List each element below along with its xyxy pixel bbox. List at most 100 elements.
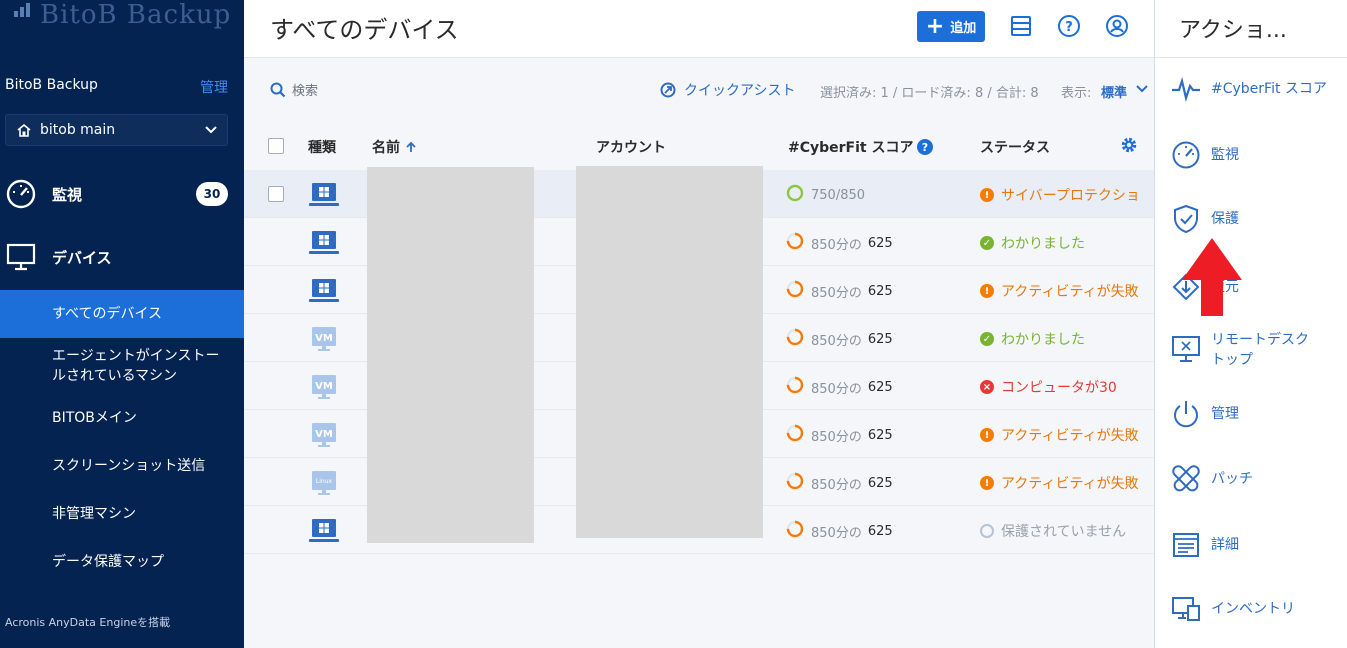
action-remote-desktop[interactable]: リモートデスクトップ bbox=[1171, 330, 1321, 370]
app-logo: BitoB Backup bbox=[14, 0, 231, 30]
sidebar-item-agent-machines[interactable]: エージェントがインストールされているマシン bbox=[0, 344, 244, 388]
sidebar-item-all-devices[interactable]: すべてのデバイス bbox=[0, 290, 244, 338]
score-text: 850分の bbox=[811, 285, 862, 301]
user-account-icon[interactable] bbox=[1104, 13, 1130, 39]
manage-link[interactable]: 管理 bbox=[200, 77, 228, 97]
device-status[interactable]: ✓ わかりました bbox=[980, 233, 1140, 253]
action-protect[interactable]: 保護 bbox=[1171, 204, 1239, 234]
action-label: #CyberFit スコア bbox=[1211, 81, 1327, 97]
chevron-down-icon[interactable] bbox=[1136, 82, 1148, 94]
column-name[interactable]: 名前 bbox=[372, 137, 417, 157]
status-ok-icon: ✓ bbox=[980, 236, 994, 250]
add-button[interactable]: + 追加 bbox=[917, 11, 985, 42]
device-status[interactable]: ! アクティビティが失敗 bbox=[980, 425, 1140, 445]
score-text: 850分の bbox=[811, 237, 862, 253]
help-icon[interactable]: ? bbox=[1056, 13, 1082, 39]
status-warn-icon: ! bbox=[980, 428, 994, 442]
score-value: 625 bbox=[867, 283, 893, 299]
sidebar-item-unmanaged[interactable]: 非管理マシン bbox=[0, 494, 244, 534]
score-text: 750/850 bbox=[811, 187, 866, 203]
cyberfit-score[interactable]: 750/850 bbox=[786, 184, 871, 206]
device-status[interactable]: ! アクティビティが失敗 bbox=[980, 473, 1140, 493]
status-text: わかりました bbox=[1001, 236, 1085, 252]
cyberfit-score[interactable]: 850分の 625 bbox=[786, 328, 893, 350]
action-label: リモートデスクトップ bbox=[1211, 332, 1309, 368]
action-manage[interactable]: 管理 bbox=[1171, 399, 1239, 429]
nav-devices-label: デバイス bbox=[52, 248, 112, 267]
device-status[interactable]: × コンピュータが30 bbox=[980, 377, 1140, 397]
cyberfit-score[interactable]: 850分の 625 bbox=[786, 232, 893, 254]
home-icon bbox=[17, 123, 31, 137]
cyberfit-score[interactable]: 850分の 625 bbox=[786, 520, 893, 542]
score-ring-icon bbox=[786, 280, 811, 302]
search-icon bbox=[270, 82, 286, 97]
cyberfit-score[interactable]: 850分の 625 bbox=[786, 472, 893, 494]
column-cyberfit[interactable]: #CyberFit スコア ? bbox=[788, 137, 934, 157]
column-name-label: 名前 bbox=[372, 140, 400, 156]
search-field[interactable]: 検索 bbox=[270, 80, 318, 99]
selection-info: 選択済み: 1 / ロード済み: 8 / 合計: 8 bbox=[820, 86, 1039, 101]
status-text: アクティビティが失敗 bbox=[1001, 476, 1139, 492]
action-label: 保護 bbox=[1211, 211, 1239, 227]
column-type[interactable]: 種類 bbox=[308, 137, 336, 157]
quick-assist-button[interactable]: クイックアシスト bbox=[660, 80, 795, 100]
cyberfit-score[interactable]: 850分の 625 bbox=[786, 280, 893, 302]
powered-by-text: Acronis AnyData Engineを搭載 bbox=[5, 616, 171, 629]
svg-text:?: ? bbox=[922, 141, 928, 154]
cyberfit-score[interactable]: 850分の 625 bbox=[786, 376, 893, 398]
action-inventory[interactable]: インベントリ bbox=[1171, 594, 1295, 624]
table-header: 種類 名前 アカウント #CyberFit スコア ? ステータス bbox=[244, 122, 1154, 170]
view-select[interactable]: 標準 bbox=[1101, 82, 1127, 101]
device-status[interactable]: ✓ わかりました bbox=[980, 329, 1140, 349]
action-patch[interactable]: パッチ bbox=[1171, 464, 1253, 494]
shield-icon bbox=[1171, 204, 1201, 234]
monitor-count-badge: 30 bbox=[196, 182, 228, 206]
action-details[interactable]: 詳細 bbox=[1171, 530, 1239, 560]
column-status[interactable]: ステータス bbox=[980, 137, 1050, 157]
redacted-name-column bbox=[367, 167, 534, 543]
column-settings-gear-icon[interactable] bbox=[1120, 136, 1138, 154]
status-none-icon bbox=[980, 524, 994, 538]
sidebar-item-bitob-main[interactable]: BITOBメイン bbox=[0, 398, 244, 438]
column-account[interactable]: アカウント bbox=[596, 137, 666, 157]
pulse-icon bbox=[1171, 74, 1201, 104]
vm-device-icon: VM bbox=[308, 326, 340, 352]
device-status[interactable]: 保護されていません bbox=[980, 521, 1140, 541]
layout-icon[interactable] bbox=[1008, 13, 1034, 39]
status-err-icon: × bbox=[980, 380, 994, 394]
sidebar-item-protection-map[interactable]: データ保護マップ bbox=[0, 542, 244, 582]
score-text: 850分の bbox=[811, 429, 862, 445]
cyberfit-score[interactable]: 850分の 625 bbox=[786, 424, 893, 446]
redacted-account-column bbox=[576, 166, 763, 538]
status-text: アクティビティが失敗 bbox=[1001, 428, 1139, 444]
action-label: インベントリ bbox=[1211, 601, 1295, 617]
action-monitor[interactable]: 監視 bbox=[1171, 140, 1239, 170]
nav-devices[interactable]: デバイス bbox=[0, 237, 244, 277]
view-label: 表示: bbox=[1061, 86, 1092, 101]
score-text: 850分の bbox=[811, 333, 862, 349]
gauge-icon bbox=[5, 178, 37, 210]
row-checkbox[interactable] bbox=[268, 186, 284, 202]
status-text: サイバープロテクション bbox=[1001, 188, 1140, 204]
score-ring-icon bbox=[786, 328, 811, 350]
sidebar-item-screenshot[interactable]: スクリーンショット送信 bbox=[0, 446, 244, 486]
device-status[interactable]: ! サイバープロテクション bbox=[980, 185, 1140, 205]
score-ring-icon bbox=[786, 472, 811, 494]
score-ring-icon bbox=[786, 232, 811, 254]
red-arrow-annotation bbox=[1182, 238, 1242, 316]
device-status[interactable]: ! アクティビティが失敗 bbox=[980, 281, 1140, 301]
action-cyberfit[interactable]: #CyberFit スコア bbox=[1171, 74, 1327, 104]
vm-device-icon: VM bbox=[308, 374, 340, 400]
nav-monitor[interactable]: 監視 30 bbox=[0, 174, 244, 214]
select-all-checkbox[interactable] bbox=[268, 138, 284, 154]
tenant-select[interactable]: bitob main bbox=[5, 114, 228, 146]
score-value: 625 bbox=[867, 523, 893, 539]
page-title: すべてのデバイス bbox=[270, 16, 459, 44]
score-value: 625 bbox=[867, 331, 893, 347]
help-icon[interactable]: ? bbox=[917, 139, 934, 155]
quick-assist-icon bbox=[660, 82, 676, 98]
score-value: 625 bbox=[867, 475, 893, 491]
score-value: 625 bbox=[867, 379, 893, 395]
add-button-label: 追加 bbox=[950, 21, 977, 36]
windows-device-icon bbox=[308, 518, 340, 544]
